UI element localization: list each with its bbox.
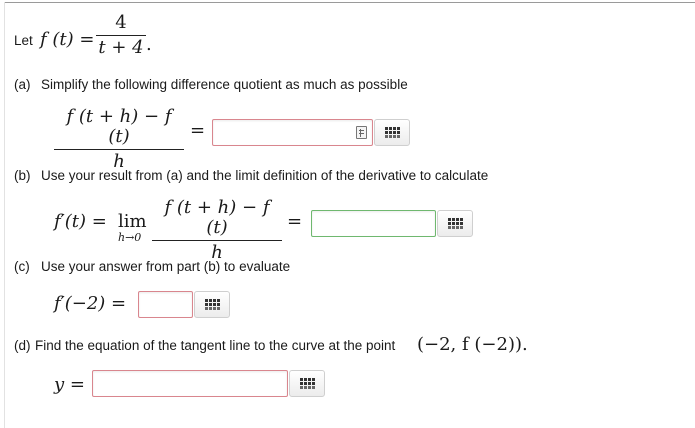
intro-denominator: t + 4 bbox=[98, 37, 144, 58]
part-d-point: (−2, f (−2)). bbox=[417, 334, 528, 355]
part-a-difference-quotient: f (t + h) − f (t) h bbox=[54, 107, 184, 172]
part-b-lhs: f′(t) = bbox=[54, 211, 107, 232]
part-a-label: (a) bbox=[14, 77, 31, 92]
part-d-lhs: y = bbox=[54, 374, 85, 395]
part-d-answer-field[interactable] bbox=[92, 370, 288, 397]
intro-lhs: f (t) = bbox=[40, 29, 95, 50]
part-c-palette-button[interactable] bbox=[194, 291, 230, 318]
frame-left-border bbox=[4, 2, 5, 428]
part-b-numerator: f (t + h) − f (t) bbox=[164, 197, 270, 238]
intro-fraction: 4 t + 4 bbox=[96, 13, 146, 58]
grid-icon bbox=[299, 378, 315, 389]
part-b-palette-button[interactable] bbox=[437, 210, 473, 237]
intro-period: . bbox=[146, 34, 152, 55]
part-a-answer-field[interactable] bbox=[212, 119, 373, 146]
part-c-text: Use your answer from part (b) to evaluat… bbox=[41, 259, 291, 274]
part-b-answer-field[interactable] bbox=[311, 210, 436, 237]
part-b-difference-quotient: f (t + h) − f (t) h bbox=[152, 198, 282, 263]
part-a-equals: = bbox=[190, 120, 206, 141]
part-b-equals: = bbox=[287, 211, 303, 232]
fraction-bar bbox=[152, 240, 282, 241]
part-d-palette-button[interactable] bbox=[289, 370, 325, 397]
frame-top-border bbox=[4, 2, 695, 3]
part-b-lim-subscript: h→0 bbox=[118, 231, 142, 244]
fraction-bar bbox=[54, 149, 184, 150]
part-a-numerator: f (t + h) − f (t) bbox=[66, 106, 172, 147]
fraction-bar bbox=[96, 35, 146, 36]
preview-icon[interactable] bbox=[356, 126, 367, 139]
part-d-text: Find the equation of the tangent line to… bbox=[35, 338, 396, 353]
part-a-text: Simplify the following difference quotie… bbox=[41, 77, 408, 92]
part-b-label: (b) bbox=[14, 168, 31, 183]
part-d-label: (d) bbox=[14, 338, 31, 353]
part-c-answer-field[interactable] bbox=[138, 291, 193, 318]
grid-icon bbox=[204, 299, 220, 310]
part-c-lhs: f′(−2) = bbox=[54, 293, 127, 314]
part-b-lim: lim bbox=[118, 211, 147, 232]
intro-numerator: 4 bbox=[115, 12, 127, 33]
grid-icon bbox=[447, 218, 463, 229]
part-c-label: (c) bbox=[14, 259, 30, 274]
part-a-palette-button[interactable] bbox=[374, 119, 410, 146]
grid-icon bbox=[384, 127, 400, 138]
intro-prefix: Let bbox=[14, 33, 33, 48]
part-b-text: Use your result from (a) and the limit d… bbox=[41, 168, 489, 183]
